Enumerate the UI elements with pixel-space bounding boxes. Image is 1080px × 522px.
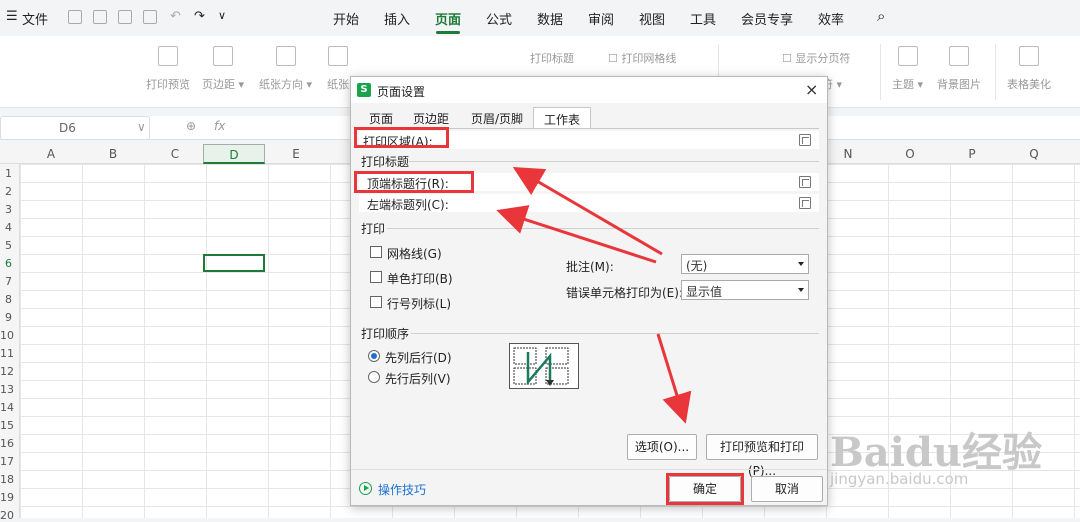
annotation-arrows — [496, 166, 692, 424]
annotation-arrow — [656, 333, 692, 424]
